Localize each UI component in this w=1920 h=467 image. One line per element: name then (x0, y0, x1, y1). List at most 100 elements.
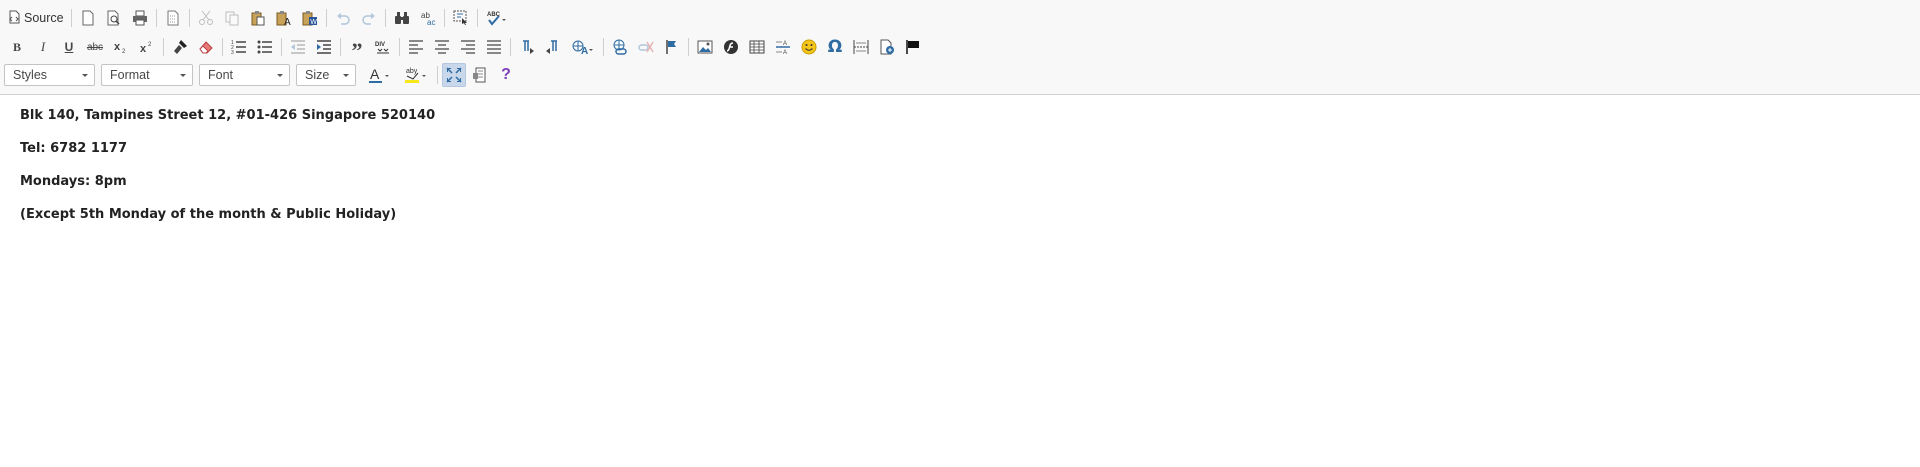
black-flag-icon (905, 39, 921, 55)
background-color-button[interactable]: aby (399, 63, 433, 87)
undo-button[interactable] (331, 6, 355, 30)
chevron-down-icon (180, 73, 186, 77)
language-button[interactable]: A (567, 35, 599, 59)
help-icon: ? (501, 66, 511, 83)
italic-button[interactable]: I (31, 35, 55, 59)
font-dropdown[interactable]: Font (199, 64, 290, 86)
table-icon (749, 40, 765, 54)
horizontal-rule-button[interactable]: AA (771, 35, 795, 59)
source-label: Source (24, 11, 64, 25)
indent-button[interactable] (312, 35, 336, 59)
italic-label: I (40, 39, 46, 54)
flag-button[interactable] (901, 35, 925, 59)
image-button[interactable] (693, 35, 717, 59)
preview-button[interactable] (102, 6, 126, 30)
svg-text:ac: ac (427, 18, 435, 26)
outdent-icon (290, 39, 306, 55)
chevron-down-icon (82, 73, 88, 77)
paste-from-word-icon: W (302, 10, 318, 26)
toolbar-separator (222, 38, 223, 56)
copy-button[interactable] (220, 6, 244, 30)
text-color-icon: A (368, 66, 392, 84)
new-page-icon (81, 10, 95, 26)
paste-from-word-button[interactable]: W (298, 6, 322, 30)
flash-button[interactable] (719, 35, 743, 59)
format-dropdown[interactable]: Format (101, 64, 193, 86)
smiley-button[interactable] (797, 35, 821, 59)
special-char-button[interactable]: Ω (823, 35, 847, 59)
page-break-button[interactable] (849, 35, 873, 59)
redo-icon (361, 10, 377, 26)
align-left-button[interactable] (404, 35, 428, 59)
toolbar-separator (437, 66, 438, 84)
svg-text:A: A (581, 46, 588, 55)
blockquote-button[interactable]: ” (345, 35, 369, 63)
select-all-button[interactable] (449, 6, 473, 30)
anchor-button[interactable] (660, 35, 684, 59)
toolbar-row-styles: Styles Format Font Size A aby ? (4, 62, 519, 88)
svg-text:x: x (140, 43, 147, 54)
align-center-button[interactable] (430, 35, 454, 59)
toolbar-separator (603, 38, 604, 56)
show-blocks-button[interactable] (468, 63, 492, 87)
table-button[interactable] (745, 35, 769, 59)
svg-text:x: x (114, 41, 121, 53)
toolbar-separator (325, 9, 327, 27)
text-direction-rtl-button[interactable] (541, 35, 565, 59)
align-left-icon (408, 40, 424, 54)
numbered-list-button[interactable]: 123 (227, 35, 251, 59)
align-right-button[interactable] (456, 35, 480, 59)
indent-icon (316, 39, 332, 55)
format-dropdown-label: Format (110, 68, 150, 82)
source-button[interactable]: Source (4, 6, 68, 30)
paste-text-button[interactable]: A (272, 6, 296, 30)
replace-button[interactable]: ab ac (416, 6, 440, 30)
superscript-button[interactable]: x2 (135, 35, 159, 59)
highlight-icon: aby (404, 66, 428, 84)
templates-button[interactable] (161, 6, 185, 30)
source-icon (7, 10, 21, 27)
print-button[interactable] (128, 6, 152, 30)
new-page-button[interactable] (76, 6, 100, 30)
underline-button[interactable]: U (57, 35, 81, 59)
horizontal-rule-icon: AA (775, 39, 791, 55)
bulleted-list-button[interactable] (253, 35, 277, 59)
iframe-button[interactable] (875, 35, 899, 59)
about-button[interactable]: ? (494, 63, 518, 87)
remove-format-button[interactable] (194, 35, 218, 59)
redo-button[interactable] (357, 6, 381, 30)
editor-content[interactable]: Blk 140, Tampines Street 12, #01-426 Sin… (20, 108, 435, 240)
eraser-icon (198, 39, 214, 55)
text-direction-ltr-button[interactable] (515, 35, 539, 59)
svg-text:DIV: DIV (375, 42, 385, 48)
strikethrough-button[interactable]: abc (83, 35, 107, 59)
link-button[interactable] (608, 35, 632, 59)
language-icon: A (572, 39, 594, 55)
unlink-button[interactable] (634, 35, 658, 59)
creatediv-button[interactable]: DIV (371, 35, 395, 59)
justify-button[interactable] (482, 35, 506, 59)
subscript-button[interactable]: x2 (109, 35, 133, 59)
numbered-list-icon: 123 (231, 39, 247, 55)
outdent-button[interactable] (286, 35, 310, 59)
text-color-button[interactable]: A (363, 63, 397, 87)
size-dropdown[interactable]: Size (296, 64, 356, 86)
copy-formatting-button[interactable] (168, 35, 192, 59)
blockquote-icon: ” (351, 38, 363, 63)
unlink-icon (638, 39, 654, 55)
toolbar-separator (384, 9, 386, 27)
paste-button[interactable] (246, 6, 270, 30)
toolbar-separator (443, 9, 445, 27)
toolbar-separator (155, 9, 157, 27)
maximize-button[interactable] (442, 63, 466, 87)
spellcheck-button[interactable]: ABC (482, 6, 512, 30)
templates-icon (166, 10, 180, 26)
maximize-icon (446, 67, 462, 83)
chevron-down-icon (277, 73, 283, 77)
find-button[interactable] (390, 6, 414, 30)
styles-dropdown[interactable]: Styles (4, 64, 95, 86)
underline-label: U (64, 40, 74, 54)
cut-button[interactable] (194, 6, 218, 30)
toolbar-separator (688, 38, 689, 56)
bold-button[interactable]: B (5, 35, 29, 59)
